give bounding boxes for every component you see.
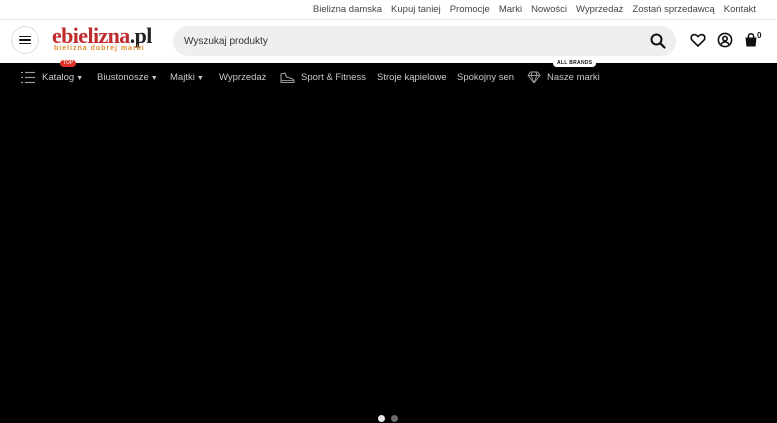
sneaker-icon xyxy=(280,72,295,84)
top-link-kupuj-taniej[interactable]: Kupuj taniej xyxy=(391,4,441,15)
nav-biustonosze[interactable]: Biustonosze ▼ xyxy=(97,72,158,83)
nav-katalog[interactable]: Katalog ▼ xyxy=(42,72,83,83)
top-link-kontakt[interactable]: Kontakt xyxy=(724,4,756,15)
menu-button[interactable] xyxy=(11,26,39,54)
site-logo[interactable]: ebielizna.pl bielizna dobrej marki xyxy=(52,25,160,55)
top-link-nowosci[interactable]: Nowości xyxy=(531,4,567,15)
top-utility-bar: Bielizna damska Kupuj taniej Promocje Ma… xyxy=(0,0,777,20)
site-header: ebielizna.pl bielizna dobrej marki 0 xyxy=(0,20,777,63)
top-link-zostan-sprzedawca[interactable]: Zostań sprzedawcą xyxy=(632,4,714,15)
chevron-down-icon: ▼ xyxy=(76,75,84,82)
brands-badge: ALL BRANDS xyxy=(553,60,597,67)
heart-icon[interactable] xyxy=(690,32,706,48)
category-nav: Katalog ▼ Biustonosze ▼ Majtki ▼ Wyprzedaż … xyxy=(0,63,777,93)
top-link-promocje[interactable]: Promocje xyxy=(450,4,490,15)
nav-spokojny-sen[interactable]: Spokojny sen xyxy=(457,72,514,83)
top-link-marki[interactable]: Marki xyxy=(499,4,522,15)
list-icon[interactable] xyxy=(20,70,36,85)
cart-count: 0 xyxy=(757,31,762,40)
hero-slider[interactable] xyxy=(0,93,777,423)
search-bar xyxy=(173,26,676,56)
search-input[interactable] xyxy=(184,33,624,49)
slider-dot-1-active[interactable] xyxy=(378,415,385,422)
logo-tagline: bielizna dobrej marki xyxy=(54,45,145,52)
nav-wyprzedaz[interactable]: Wyprzedaż xyxy=(219,72,266,83)
chevron-down-icon: ▼ xyxy=(150,75,158,82)
top-links: Bielizna damska Kupuj taniej Promocje Ma… xyxy=(313,4,756,15)
logo-wordmark: ebielizna.pl xyxy=(52,23,152,48)
nav-sport-fitness[interactable]: Sport & Fitness xyxy=(301,72,366,83)
top-link-wyprzedaz[interactable]: Wyprzedaż xyxy=(576,4,623,15)
catalog-badge: TOP xyxy=(60,60,77,67)
nav-majtki[interactable]: Majtki ▼ xyxy=(170,72,204,83)
diamond-icon xyxy=(527,71,541,84)
nav-nasze-marki[interactable]: Nasze marki xyxy=(547,72,600,83)
slider-dot-2[interactable] xyxy=(391,415,398,422)
search-icon[interactable] xyxy=(650,33,666,49)
user-icon[interactable] xyxy=(717,32,733,48)
top-link-bielizna-damska[interactable]: Bielizna damska xyxy=(313,4,382,15)
menu-icon xyxy=(19,35,31,45)
chevron-down-icon: ▼ xyxy=(196,75,204,82)
slider-dots xyxy=(378,415,398,422)
nav-stroje-kapielowe[interactable]: Stroje kąpielowe xyxy=(377,72,447,83)
